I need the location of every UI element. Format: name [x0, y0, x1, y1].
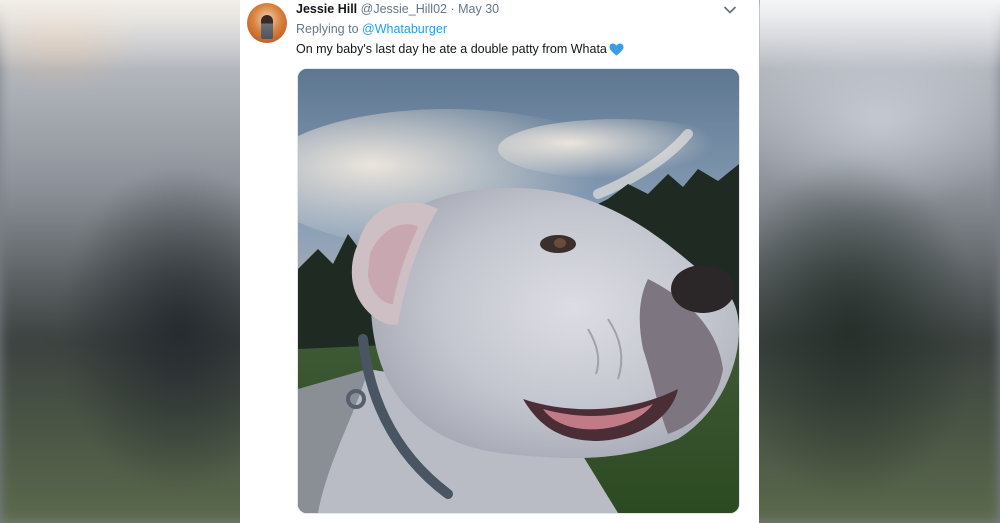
avatar-person-figure — [261, 15, 273, 39]
replying-prefix: Replying to — [296, 22, 359, 36]
background-shade-right — [760, 0, 1000, 70]
tweet-date[interactable]: May 30 — [458, 2, 499, 16]
replying-to-line: Replying to @Whataburger — [296, 22, 447, 36]
author-name[interactable]: Jessie Hill — [296, 2, 357, 16]
tweet-text: On my baby's last day he ate a double pa… — [296, 42, 624, 56]
author-handle[interactable]: @Jessie_Hill02 — [361, 2, 447, 16]
blue-heart-icon — [609, 43, 624, 56]
replying-handle-link[interactable]: @Whataburger — [362, 22, 447, 36]
author-avatar[interactable] — [247, 3, 287, 43]
dog-photo[interactable] — [297, 68, 740, 514]
header-separator: · — [450, 2, 455, 16]
tweet-header: Jessie Hill @Jessie_Hill02 · May 30 — [296, 2, 499, 18]
tweet-card: Jessie Hill @Jessie_Hill02 · May 30 Repl… — [240, 0, 759, 523]
tweet-text-content: On my baby's last day he ate a double pa… — [296, 42, 607, 56]
chevron-down-icon[interactable] — [721, 2, 739, 18]
background-shade-left — [0, 0, 240, 70]
